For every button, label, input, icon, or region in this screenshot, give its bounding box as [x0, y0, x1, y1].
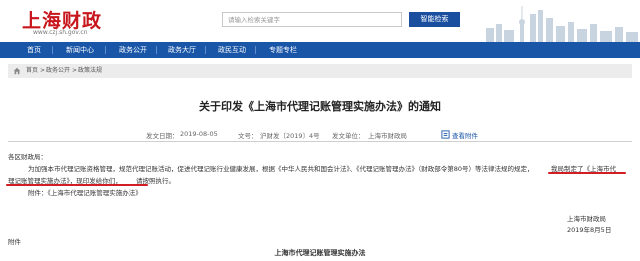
nav-divider [205, 46, 206, 54]
breadcrumb-home[interactable]: 首页 [26, 64, 38, 78]
nav-item-news[interactable]: 新闻中心 [66, 42, 94, 58]
breadcrumb-policies[interactable]: 政策法规 [78, 64, 102, 78]
nav-divider [52, 46, 53, 54]
nav-item-interaction[interactable]: 政民互动 [218, 42, 246, 58]
meta-divider [8, 141, 632, 142]
salutation: 各区财政局： [8, 153, 47, 161]
attachment-icon [441, 130, 450, 139]
view-attachment-link[interactable]: 查看附件 [452, 130, 478, 140]
site-header: 上海财政 www.czj.sh.gov.cn 请输入检索关键字 智能检索 [0, 0, 640, 42]
highlight-underline [548, 172, 626, 174]
date-label: 发文日期： [146, 132, 179, 140]
docno-label: 文号： [238, 132, 258, 140]
site-url: www.czj.sh.gov.cn [33, 29, 88, 36]
signature-date: 2019年8月5日 [567, 226, 612, 234]
nav-item-gov-affairs[interactable]: 政务公开 [119, 42, 147, 58]
nav-item-service-hall[interactable]: 政务大厅 [168, 42, 196, 58]
breadcrumb-separator: > [40, 67, 46, 74]
nav-divider [105, 46, 106, 54]
search-input[interactable]: 请输入检索关键字 [222, 12, 402, 27]
body-paragraph-line-1: 为加强本市代理记账资格管理，规范代理记账活动，促进代理记账行业健康发展，根据《中… [28, 165, 534, 173]
nav-item-home[interactable]: 首页 [27, 42, 41, 58]
main-nav: 首页 新闻中心 政务公开 政务大厅 政民互动 专题专栏 [0, 42, 640, 58]
home-icon [13, 67, 21, 75]
org-label: 发文单位： [332, 132, 365, 140]
nav-divider [156, 46, 157, 54]
breadcrumb-separator: > [72, 67, 78, 74]
nav-item-topics[interactable]: 专题专栏 [269, 42, 297, 58]
document-number: 沪财发〔2019〕4号 [260, 132, 320, 140]
attachment-heading: 附件 [8, 238, 21, 246]
signature-org: 上海市财政局 [567, 215, 606, 223]
attachment-title: 上海市代理记账管理实施办法 [274, 249, 366, 257]
issuing-org: 上海市财政局 [368, 132, 407, 140]
publish-date: 2019-08-05 [180, 130, 218, 138]
breadcrumb-gov-affairs[interactable]: 政务公开 [46, 64, 70, 78]
highlight-underline [6, 184, 148, 186]
attachment-line: 附件：《上海市代理记账管理实施办法》 [28, 189, 142, 197]
nav-divider [255, 46, 256, 54]
search-button[interactable]: 智能检索 [409, 12, 460, 27]
skyline-illustration [486, 6, 638, 42]
article-title: 关于印发《上海市代理记账管理实施办法》的通知 [199, 100, 441, 113]
breadcrumb: 首页 > 政务公开 > 政策法规 [8, 64, 632, 78]
